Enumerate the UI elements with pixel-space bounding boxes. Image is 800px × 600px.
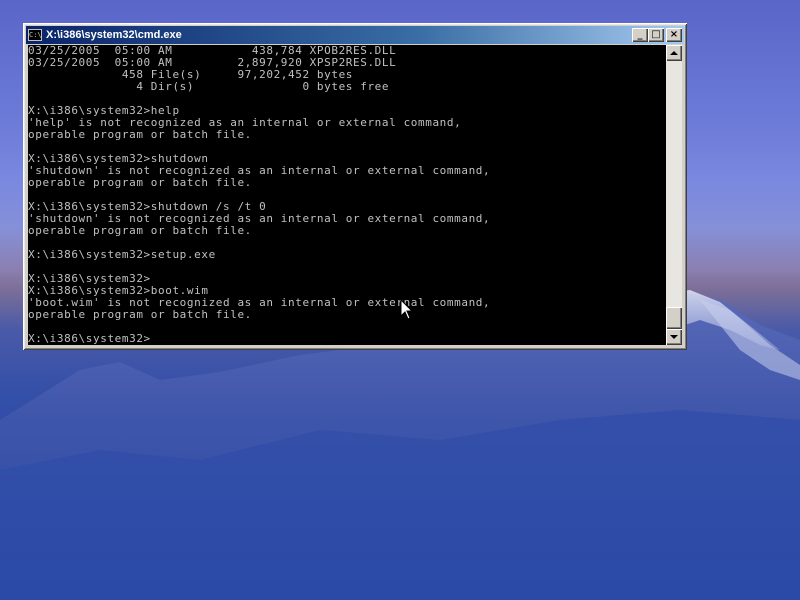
mouse-pointer-icon: [400, 299, 414, 320]
title-bar[interactable]: C:\ X:\i386\system32\cmd.exe _ □ ×: [26, 26, 684, 44]
maximize-button[interactable]: □: [648, 28, 664, 42]
console-line: 4 Dir(s) 0 bytes free: [28, 80, 390, 93]
console-text: 03/25/2005 05:00 AM 438,784 XPOB2RES.DLL…: [28, 45, 666, 345]
maximize-icon: □: [651, 29, 661, 40]
console-output[interactable]: 03/25/2005 05:00 AM 438,784 XPOB2RES.DLL…: [28, 45, 666, 345]
close-icon: ×: [669, 29, 679, 40]
scroll-thumb[interactable]: [666, 307, 682, 329]
arrow-up-icon: [670, 51, 678, 55]
vertical-scrollbar[interactable]: [666, 45, 682, 345]
arrow-down-icon: [670, 335, 678, 339]
console-line: operable program or batch file.: [28, 308, 252, 321]
cmd-window[interactable]: C:\ X:\i386\system32\cmd.exe _ □ × 03/25…: [23, 23, 687, 350]
cmd-icon: C:\: [28, 29, 42, 41]
close-button[interactable]: ×: [666, 28, 682, 42]
scroll-down-button[interactable]: [666, 329, 682, 345]
scroll-up-button[interactable]: [666, 45, 682, 61]
minimize-icon: _: [637, 29, 643, 40]
desktop: C:\ X:\i386\system32\cmd.exe _ □ × 03/25…: [0, 0, 800, 600]
window-title: X:\i386\system32\cmd.exe: [46, 29, 182, 41]
console-line: X:\i386\system32>: [28, 332, 151, 345]
console-line: operable program or batch file.: [28, 128, 252, 141]
console-line: X:\i386\system32>setup.exe: [28, 248, 216, 261]
minimize-button[interactable]: _: [632, 28, 648, 42]
console-line: operable program or batch file.: [28, 224, 252, 237]
console-line: operable program or batch file.: [28, 176, 252, 189]
title-buttons: _ □ ×: [632, 28, 682, 42]
